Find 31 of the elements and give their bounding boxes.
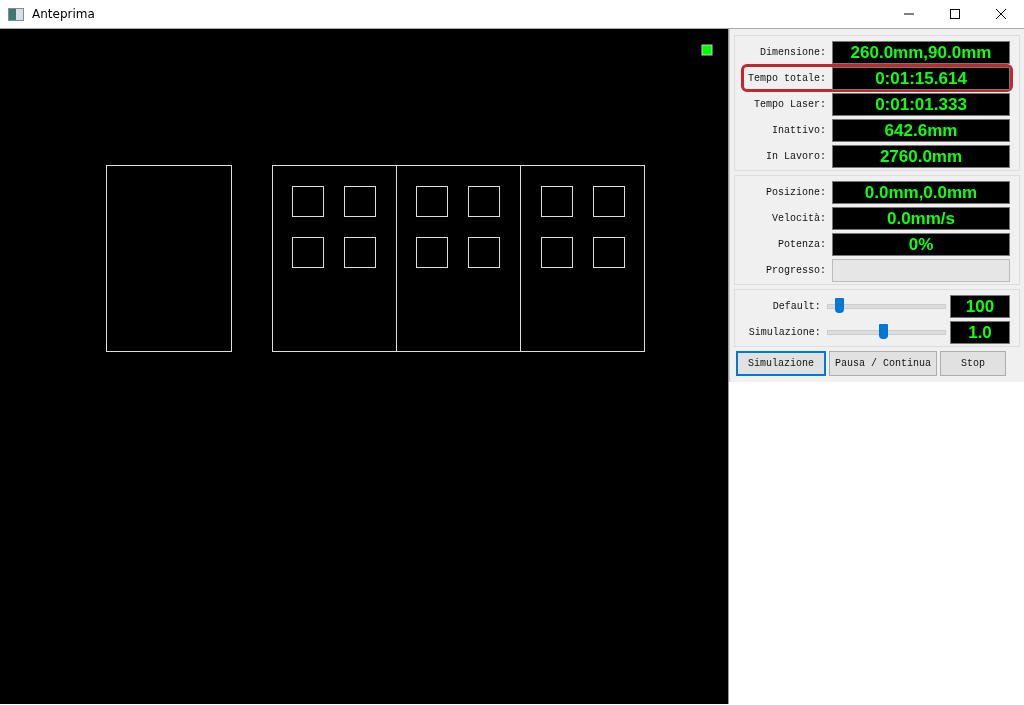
speed-display: 1.0 [950,320,1010,344]
field-label: Tempo Laser: [753,98,827,110]
readout-display: 0.0mm,0.0mm [832,180,1010,204]
field-label: Tempo totale: [747,72,827,84]
slider-thumb[interactable] [879,323,889,339]
readout-display: 0:01:01.333 [832,92,1010,116]
action-button[interactable]: Pausa / Continua [829,351,937,376]
slider-thumb[interactable] [834,297,844,313]
action-button[interactable]: Stop [940,351,1006,376]
field-label: Potenza: [777,238,827,250]
readout-display: 0.0mm/s [832,206,1010,230]
window-title: Anteprima [32,7,95,21]
field-label: Progresso: [765,264,827,276]
readout-display: 0% [832,232,1010,256]
head-marker-icon [701,44,713,56]
maximize-icon[interactable] [950,9,960,19]
close-icon[interactable] [996,9,1006,19]
readout-display: 2760.0mm [832,144,1010,168]
speed-display: 100 [950,294,1010,318]
field-label: Simulazione: [747,326,822,338]
field-label: Velocità: [771,212,827,224]
app-icon [8,7,24,21]
readout-display: 0:01:15.614 [832,66,1010,90]
field-label: Posizione: [765,186,827,198]
field-label: Default: [771,300,822,312]
field-label: In Lavoro: [765,150,827,162]
readout-display: 260.0mm,90.0mm [832,40,1010,64]
field-label: Inattivo: [771,124,827,136]
readout-display: 642.6mm [832,118,1010,142]
field-label: Dimensione: [759,46,827,58]
action-button[interactable]: Simulazione [736,351,826,376]
